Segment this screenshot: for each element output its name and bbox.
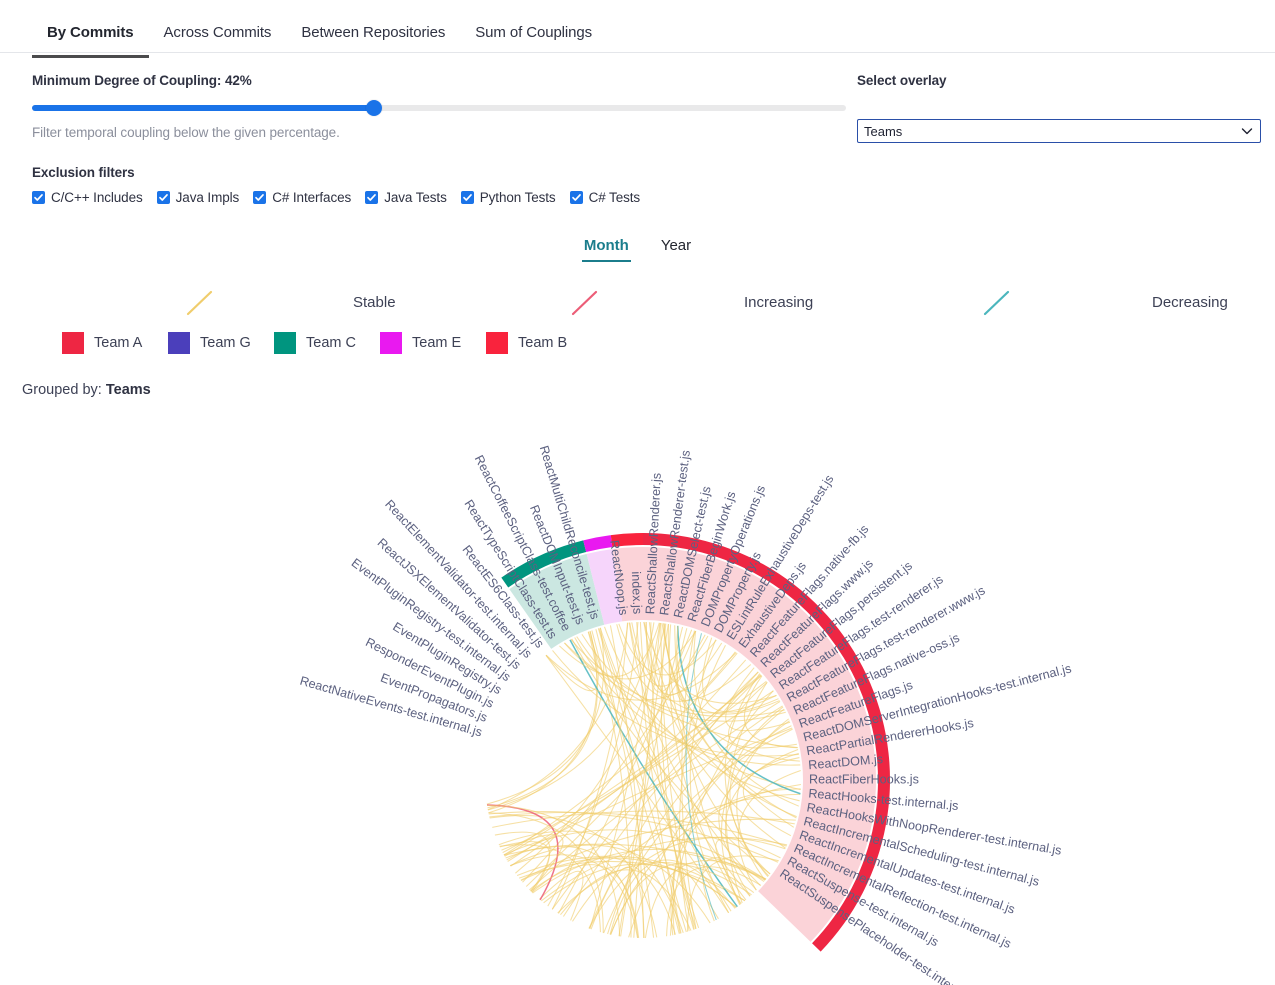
overlay-selected-value: Teams — [864, 124, 902, 139]
team-color-swatch — [380, 332, 402, 354]
slider-thumb[interactable] — [366, 100, 382, 116]
exclusion-filter-label: C# Tests — [589, 190, 640, 205]
period-tab-month[interactable]: Month — [582, 233, 631, 262]
coupling-slider[interactable] — [32, 100, 846, 116]
team-legend-label: Team A — [94, 335, 142, 351]
trend-line-decreasing — [982, 288, 1012, 318]
exclusion-filter-list: C/C++ Includes Java Impls C# Interfaces Jav… — [32, 190, 1275, 205]
chord-link — [501, 835, 563, 891]
exclusion-filter-item[interactable]: Java Tests — [365, 190, 447, 205]
coupling-slider-label: Minimum Degree of Coupling: 42% — [32, 73, 847, 88]
chord-diagram-svg[interactable]: ReactNoop.jsindex.jsReactShallowRenderer… — [0, 408, 1275, 985]
team-legend-item[interactable]: Team G — [168, 332, 274, 354]
chord-file-label[interactable]: ReactFiberHooks.js — [809, 772, 919, 786]
overlay-label: Select overlay — [857, 73, 1252, 88]
tab-label: By Commits — [47, 24, 134, 41]
trend-stroke-icon — [185, 288, 215, 318]
exclusion-filter-item[interactable]: Java Impls — [157, 190, 240, 205]
checkbox-icon[interactable] — [461, 191, 474, 204]
team-legend-label: Team C — [306, 335, 356, 351]
grouped-by-caption: Grouped by: Teams — [0, 382, 1275, 398]
exclusion-filters-title: Exclusion filters — [32, 165, 1275, 180]
exclusion-filter-item[interactable]: C# Interfaces — [253, 190, 351, 205]
chord-file-label[interactable]: index.js — [629, 571, 645, 614]
team-legend-item[interactable]: Team A — [62, 332, 168, 354]
trend-stroke-icon — [570, 288, 600, 318]
team-legend: Team A Team G Team C Team E Team B — [0, 332, 1275, 354]
tab-across-commits[interactable]: Across Commits — [149, 0, 287, 57]
exclusion-filter-label: Python Tests — [480, 190, 556, 205]
checkbox-icon[interactable] — [365, 191, 378, 204]
trend-legend-label: Decreasing — [1152, 294, 1228, 311]
main-tab-bar: By Commits Across Commits Between Reposi… — [0, 0, 1275, 53]
trend-legend-item: Stable — [353, 294, 396, 311]
trend-legend-label: Stable — [353, 294, 396, 311]
period-tab-label: Year — [661, 237, 691, 254]
grouped-by-prefix: Grouped by: — [22, 382, 102, 398]
exclusion-filter-label: Java Tests — [384, 190, 447, 205]
exclusion-filter-label: C/C++ Includes — [51, 190, 143, 205]
trend-legend-label: Increasing — [744, 294, 813, 311]
checkbox-icon[interactable] — [570, 191, 583, 204]
period-tab-bar: Month Year — [0, 233, 1275, 262]
chord-diagram[interactable]: ReactNoop.jsindex.jsReactShallowRenderer… — [0, 408, 1275, 985]
team-legend-label: Team B — [518, 335, 567, 351]
slider-fill — [32, 105, 374, 111]
exclusion-filter-item[interactable]: C# Tests — [570, 190, 640, 205]
checkbox-icon[interactable] — [32, 191, 45, 204]
controls-panel: Minimum Degree of Coupling: 42% Filter t… — [0, 53, 1275, 143]
trend-legend-item: Decreasing — [1152, 294, 1228, 311]
team-legend-item[interactable]: Team B — [486, 332, 592, 354]
team-legend-label: Team E — [412, 335, 461, 351]
period-tab-label: Month — [584, 237, 629, 254]
team-legend-item[interactable]: Team C — [274, 332, 380, 354]
tab-sum-of-couplings[interactable]: Sum of Couplings — [460, 0, 607, 57]
trend-legend: Stable Increasing Decreasing — [0, 282, 1275, 330]
exclusion-filter-item[interactable]: Python Tests — [461, 190, 556, 205]
overlay-select[interactable]: Teams — [857, 119, 1261, 143]
chord-labels: ReactNoop.jsindex.jsReactShallowRenderer… — [298, 444, 1073, 985]
team-color-swatch — [168, 332, 190, 354]
period-tab-year[interactable]: Year — [659, 233, 693, 262]
tab-label: Across Commits — [164, 24, 272, 41]
coupling-slider-group: Minimum Degree of Coupling: 42% Filter t… — [32, 73, 847, 140]
team-color-swatch — [274, 332, 296, 354]
coupling-slider-helper: Filter temporal coupling below the given… — [32, 125, 847, 140]
overlay-group: Select overlay Teams — [847, 73, 1252, 143]
chord-links — [487, 622, 801, 938]
chevron-down-icon — [1241, 125, 1253, 137]
team-legend-item[interactable]: Team E — [380, 332, 486, 354]
exclusion-filter-label: C# Interfaces — [272, 190, 351, 205]
app-root: By Commits Across Commits Between Reposi… — [0, 0, 1275, 985]
team-legend-label: Team G — [200, 335, 251, 351]
team-color-swatch — [486, 332, 508, 354]
trend-line-increasing — [570, 288, 600, 318]
grouped-by-value: Teams — [106, 382, 151, 398]
team-color-swatch — [62, 332, 84, 354]
chord-link — [608, 706, 783, 934]
tab-label: Sum of Couplings — [475, 24, 592, 41]
trend-stroke-icon — [982, 288, 1012, 318]
checkbox-icon[interactable] — [157, 191, 170, 204]
trend-legend-item: Increasing — [744, 294, 813, 311]
exclusion-filters: Exclusion filters C/C++ Includes Java Imp… — [0, 143, 1275, 205]
trend-line-stable — [185, 288, 215, 318]
tab-label: Between Repositories — [301, 24, 445, 41]
exclusion-filter-label: Java Impls — [176, 190, 240, 205]
tab-between-repositories[interactable]: Between Repositories — [286, 0, 460, 57]
exclusion-filter-item[interactable]: C/C++ Includes — [32, 190, 143, 205]
tab-by-commits[interactable]: By Commits — [32, 0, 149, 57]
checkbox-icon[interactable] — [253, 191, 266, 204]
